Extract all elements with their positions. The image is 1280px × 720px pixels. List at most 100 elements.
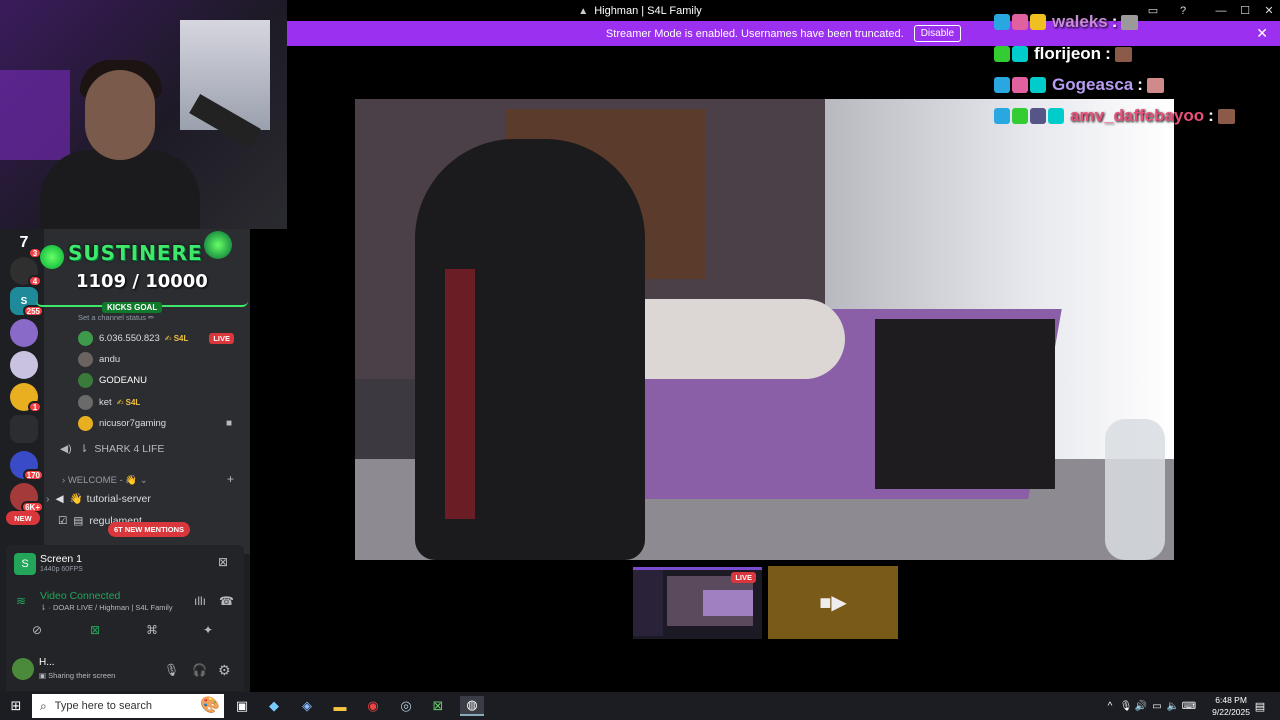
channel-category[interactable]: › WELCOME - 👋 ⌄ (62, 475, 148, 486)
activity-icon[interactable]: ⌘ (146, 623, 158, 637)
channel-icon: ⇂ (79, 443, 89, 455)
gem-icon (40, 245, 64, 269)
soundboard-icon[interactable]: ıllı (194, 594, 206, 608)
new-mentions-pill[interactable]: 6T NEW MENTIONS (108, 522, 191, 537)
channel-status[interactable]: Set a channel status ✏ (78, 313, 154, 322)
xbox-icon[interactable]: ⊠ (428, 696, 448, 716)
copilot-app-icon[interactable]: ◈ (297, 696, 317, 716)
window-title: Highman | S4L Family (594, 4, 702, 17)
voice-channel-name[interactable]: ⇂ · DOAR LIVE / Highman | S4L Family (40, 603, 173, 612)
server-icon[interactable]: 170 (10, 451, 44, 481)
language-icon[interactable]: ⌨ (1179, 696, 1199, 716)
emote-icon (1121, 14, 1139, 30)
chat-message: florijeon: (994, 44, 1132, 64)
server-icon[interactable]: 4 (10, 257, 42, 287)
badge-icon (994, 46, 1010, 62)
soundboard-icon[interactable]: ✦ (203, 623, 213, 637)
stream-video[interactable] (355, 99, 1174, 560)
server-icon[interactable] (10, 415, 38, 443)
minimize-button[interactable]: — (1208, 0, 1234, 21)
taskbar-clock[interactable]: 6:48 PM 9/22/2025 (1212, 694, 1250, 718)
crown-icon (1030, 14, 1046, 30)
maximize-button[interactable]: ☐ (1232, 0, 1258, 21)
stream-thumbnail[interactable]: LIVE (633, 567, 762, 639)
wave-icon: 👋 (69, 493, 83, 505)
stop-stream-icon[interactable]: ⊠ (218, 555, 228, 569)
app-logo-icon: ▲ (578, 5, 589, 17)
server-icon[interactable]: 1 (10, 383, 42, 413)
voice-member[interactable]: nicusor7gaming (78, 416, 166, 431)
microphone-icon[interactable]: 🎙 (164, 663, 179, 677)
avatar (78, 352, 93, 367)
badge-icon (1012, 14, 1028, 30)
server-icon[interactable] (10, 319, 38, 347)
badge-icon (1012, 77, 1028, 93)
disable-streamer-mode-button[interactable]: Disable (913, 25, 962, 42)
screen-share-icon[interactable]: ▭ (1140, 0, 1166, 21)
live-badge: LIVE (209, 333, 234, 344)
signal-icon[interactable]: ≋ (16, 594, 26, 608)
steam-icon[interactable]: ◎ (396, 696, 416, 716)
windows-start-icon[interactable]: ⊞ (6, 696, 26, 716)
screen-share-title: Screen 1 (40, 553, 83, 565)
emote-icon (1217, 108, 1235, 124)
speaker-icon: ◀) (60, 443, 72, 455)
disconnect-icon[interactable]: ☎ (219, 594, 234, 608)
task-view-icon[interactable]: ▣ (232, 696, 252, 716)
server-icon[interactable]: 73 (10, 229, 42, 259)
channel-item[interactable]: › ◀ 👋 tutorial-server (46, 492, 151, 506)
megaphone-icon: ◀ (55, 492, 64, 505)
headphones-icon[interactable]: 🎧 (192, 663, 207, 677)
video-camera-icon: ■ (226, 418, 233, 429)
avatar[interactable] (12, 658, 34, 680)
chat-message: amv_daffebayoo: (994, 106, 1235, 126)
notifications-icon[interactable]: ▤ (1250, 696, 1270, 716)
voice-member[interactable]: GODEANU (78, 373, 147, 388)
avatar (78, 395, 93, 410)
camera-thumbnail[interactable]: ■▶ (768, 566, 898, 639)
clock-date: 9/22/2025 (1212, 707, 1250, 717)
video-camera-icon: ■▶ (819, 592, 847, 614)
voice-member[interactable]: 6.036.550.823 ✍ S4L LIVE (78, 331, 244, 346)
gem-icon (204, 231, 232, 259)
kicks-goal-overlay: SUSTINERE 1109 / 10000 KICKS GOAL (36, 229, 248, 313)
new-badge[interactable]: NEW (6, 511, 40, 525)
chat-username: florijeon (1034, 44, 1102, 63)
badge-icon (994, 108, 1010, 124)
help-icon[interactable]: ? (1170, 0, 1196, 21)
browser-icon[interactable]: ◉ (363, 696, 383, 716)
screen-share-toggle-icon[interactable]: ⊠ (90, 623, 100, 637)
badge-icon (1012, 46, 1028, 62)
server-icon[interactable]: S 255 (10, 287, 44, 317)
voice-channel[interactable]: ◀) ⇂ SHARK 4 LIFE (60, 443, 164, 455)
chat-message: waleks: (994, 12, 1139, 32)
server-icon[interactable]: 6K+ (10, 483, 44, 513)
chat-username: waleks (1052, 12, 1108, 31)
add-channel-icon[interactable]: + (227, 472, 234, 486)
discord-taskbar-icon[interactable]: ◍ (460, 696, 484, 716)
voice-member[interactable]: andu (78, 352, 120, 367)
windows-taskbar: ⊞ ⌕ Type here to search 🎨 ▣ ◆ ◈ ▬ ◉ ◎ ⊠ … (0, 692, 1280, 720)
chat-username: Gogeasca (1052, 75, 1134, 94)
badge-icon (1030, 108, 1046, 124)
voice-status[interactable]: Video Connected (40, 590, 120, 602)
taskbar-search[interactable]: ⌕ Type here to search 🎨 (32, 694, 224, 718)
settings-gear-icon[interactable]: ⚙ (218, 662, 231, 679)
webcam-overlay (0, 0, 287, 229)
voice-panel: S Screen 1 1440p 60FPS ⊠ ≋ Video Connect… (6, 545, 244, 651)
file-explorer-icon[interactable]: ▬ (330, 696, 350, 716)
chat-message: Gogeasca: (994, 75, 1164, 95)
screen-share-icon: S (14, 553, 36, 575)
badge-icon (994, 77, 1010, 93)
voice-member[interactable]: ket ✍ S4L (78, 395, 140, 410)
camera-off-icon[interactable]: ⊘ (32, 623, 42, 637)
username: H... (39, 657, 55, 668)
search-placeholder: Type here to search (54, 700, 152, 712)
copilot-icon[interactable]: ◆ (264, 696, 284, 716)
close-icon[interactable]: ✕ (1256, 25, 1268, 42)
user-panel: H... ▣ Sharing their screen 🎙 🎧 ⚙ (6, 651, 244, 691)
server-icon[interactable] (10, 351, 38, 379)
screen-share-quality: 1440p 60FPS (40, 566, 83, 573)
document-icon: ▤ (73, 515, 84, 527)
close-window-button[interactable]: ✕ (1256, 0, 1280, 21)
